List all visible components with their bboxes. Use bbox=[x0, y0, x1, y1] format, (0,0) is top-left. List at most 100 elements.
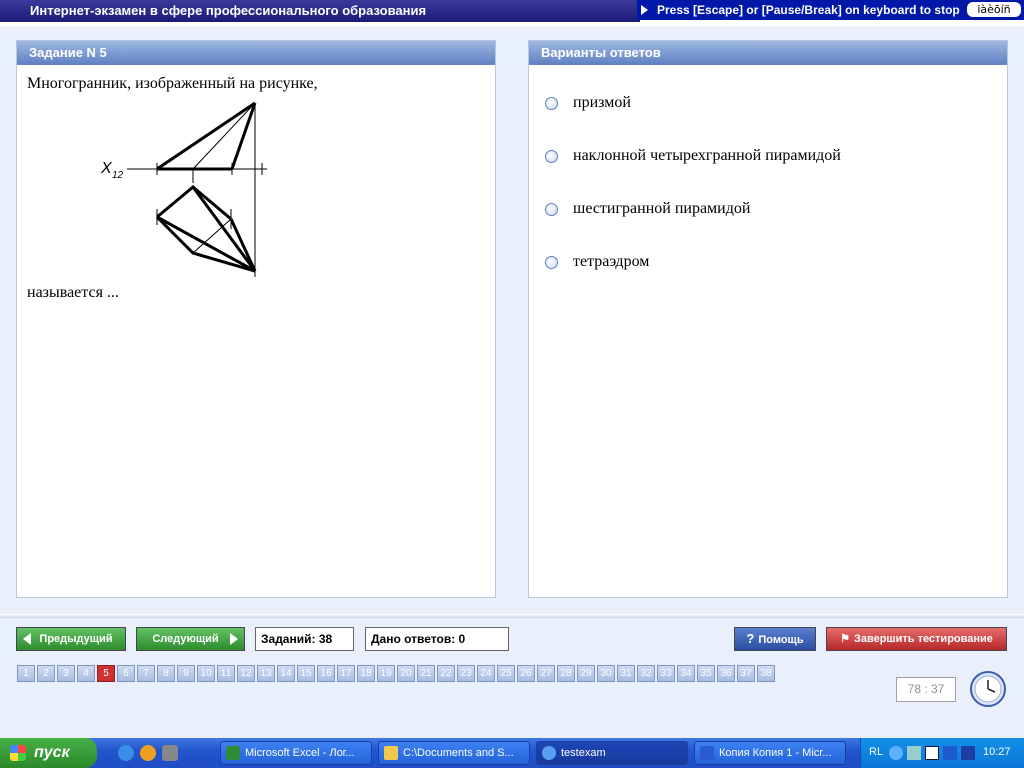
answer-label: наклонной четырехгранной пирамидой bbox=[573, 147, 841, 164]
taskbar: пуск Microsoft Excel - Лог... C:\Documen… bbox=[0, 738, 1024, 768]
page-button-27[interactable]: 27 bbox=[537, 665, 555, 682]
running-man-icon: ⚑ bbox=[840, 633, 850, 645]
tasks-count: Заданий: 38 bbox=[255, 627, 354, 651]
monitor-icon[interactable] bbox=[961, 746, 975, 760]
page-button-32[interactable]: 32 bbox=[637, 665, 655, 682]
play-icon[interactable] bbox=[907, 746, 921, 760]
radio-button[interactable] bbox=[545, 203, 558, 216]
page-button-12[interactable]: 12 bbox=[237, 665, 255, 682]
page-button-25[interactable]: 25 bbox=[497, 665, 515, 682]
task-testexam[interactable]: testexam bbox=[536, 741, 688, 765]
play-arrow-icon bbox=[641, 5, 648, 15]
toolbar-separator bbox=[0, 614, 1024, 618]
help-button[interactable]: ? Помощь bbox=[734, 627, 816, 651]
clock-icon bbox=[970, 671, 1006, 707]
excel-icon bbox=[226, 746, 240, 760]
network-icon[interactable] bbox=[943, 746, 957, 760]
page-button-23[interactable]: 23 bbox=[457, 665, 475, 682]
answers-header: Варианты ответов bbox=[529, 41, 1007, 65]
system-tray: RL 10:27 bbox=[860, 738, 1024, 768]
task-label: Microsoft Excel - Лог... bbox=[245, 747, 355, 759]
page-button-20[interactable]: 20 bbox=[397, 665, 415, 682]
page-button-5[interactable]: 5 bbox=[97, 665, 115, 682]
next-icon[interactable] bbox=[925, 746, 939, 760]
task-label: C:\Documents and S... bbox=[403, 747, 514, 759]
page-button-35[interactable]: 35 bbox=[697, 665, 715, 682]
page-button-38[interactable]: 38 bbox=[757, 665, 775, 682]
escape-hint: Press [Escape] or [Pause/Break] on keybo… bbox=[657, 3, 960, 17]
page-button-30[interactable]: 30 bbox=[597, 665, 615, 682]
radio-button[interactable] bbox=[545, 256, 558, 269]
word-icon bbox=[700, 746, 714, 760]
answer-label: призмой bbox=[573, 94, 631, 111]
start-label: пуск bbox=[34, 744, 70, 761]
page-button-15[interactable]: 15 bbox=[297, 665, 315, 682]
page-button-18[interactable]: 18 bbox=[357, 665, 375, 682]
answers-given-count: Дано ответов: 0 bbox=[365, 627, 509, 651]
page-button-3[interactable]: 3 bbox=[57, 665, 75, 682]
internet-explorer-icon[interactable] bbox=[118, 745, 134, 761]
page-button-8[interactable]: 8 bbox=[157, 665, 175, 682]
page-button-19[interactable]: 19 bbox=[377, 665, 395, 682]
polyhedron-figure: X 12 bbox=[100, 101, 267, 277]
figure-edge bbox=[230, 102, 257, 170]
page-button-37[interactable]: 37 bbox=[737, 665, 755, 682]
figure-axis-subscript: 12 bbox=[112, 170, 124, 181]
question-icon: ? bbox=[746, 631, 755, 646]
radio-button[interactable] bbox=[545, 97, 558, 110]
page-button-10[interactable]: 10 bbox=[197, 665, 215, 682]
help-button-label: Помощь bbox=[758, 634, 804, 646]
page-button-7[interactable]: 7 bbox=[137, 665, 155, 682]
media-player-icon[interactable] bbox=[140, 745, 156, 761]
app-quicklaunch-icon[interactable] bbox=[162, 745, 178, 761]
figure-edge bbox=[156, 215, 256, 273]
folder-icon bbox=[384, 746, 398, 760]
task-word[interactable]: Копия Копия 1 - Micr... bbox=[694, 741, 846, 765]
task-label: Копия Копия 1 - Micr... bbox=[719, 747, 832, 759]
page-button-4[interactable]: 4 bbox=[77, 665, 95, 682]
page-button-2[interactable]: 2 bbox=[37, 665, 55, 682]
next-button[interactable]: Следующий bbox=[136, 627, 245, 651]
answer-label: тетраэдром bbox=[573, 253, 650, 270]
answers-panel: Варианты ответов призмой наклонной четыр… bbox=[528, 40, 1008, 598]
page-button-36[interactable]: 36 bbox=[717, 665, 735, 682]
arrow-right-icon bbox=[230, 633, 238, 645]
task-excel[interactable]: Microsoft Excel - Лог... bbox=[220, 741, 372, 765]
task-explorer[interactable]: C:\Documents and S... bbox=[378, 741, 530, 765]
figure-edge bbox=[156, 101, 256, 171]
page-button-13[interactable]: 13 bbox=[257, 665, 275, 682]
task-panel: Задание N 5 Многогранник, изображенный н… bbox=[16, 40, 496, 598]
testexam-icon bbox=[542, 746, 556, 760]
back-icon[interactable] bbox=[889, 746, 903, 760]
page-button-16[interactable]: 16 bbox=[317, 665, 335, 682]
page-button-33[interactable]: 33 bbox=[657, 665, 675, 682]
page-button-22[interactable]: 22 bbox=[437, 665, 455, 682]
answer-label: шестигранной пирамидой bbox=[573, 200, 751, 217]
arrow-left-icon bbox=[23, 633, 31, 645]
page-button-34[interactable]: 34 bbox=[677, 665, 695, 682]
page-button-24[interactable]: 24 bbox=[477, 665, 495, 682]
escape-hint-bar: Press [Escape] or [Pause/Break] on keybo… bbox=[637, 0, 1024, 20]
question-text: Многогранник, изображенный на рисунке, bbox=[27, 75, 318, 92]
timer: 78 : 37 bbox=[896, 677, 956, 702]
page-button-26[interactable]: 26 bbox=[517, 665, 535, 682]
finish-button-label: Завершить тестирование bbox=[853, 633, 993, 645]
page-button-9[interactable]: 9 bbox=[177, 665, 195, 682]
language-indicator[interactable]: RL bbox=[869, 746, 883, 758]
radio-button[interactable] bbox=[545, 150, 558, 163]
keyboard-indicator: iàèõíñ bbox=[967, 2, 1021, 17]
page-button-31[interactable]: 31 bbox=[617, 665, 635, 682]
next-button-label: Следующий bbox=[152, 633, 219, 645]
page-button-29[interactable]: 29 bbox=[577, 665, 595, 682]
page-button-28[interactable]: 28 bbox=[557, 665, 575, 682]
page-button-14[interactable]: 14 bbox=[277, 665, 295, 682]
prev-button-label: Предыдущий bbox=[39, 633, 113, 645]
page-button-21[interactable]: 21 bbox=[417, 665, 435, 682]
page-button-1[interactable]: 1 bbox=[17, 665, 35, 682]
page-button-17[interactable]: 17 bbox=[337, 665, 355, 682]
page-button-6[interactable]: 6 bbox=[117, 665, 135, 682]
finish-button[interactable]: ⚑ Завершить тестирование bbox=[826, 627, 1007, 651]
page-button-11[interactable]: 11 bbox=[217, 665, 235, 682]
prev-button[interactable]: Предыдущий bbox=[16, 627, 126, 651]
start-button[interactable]: пуск bbox=[0, 738, 97, 768]
